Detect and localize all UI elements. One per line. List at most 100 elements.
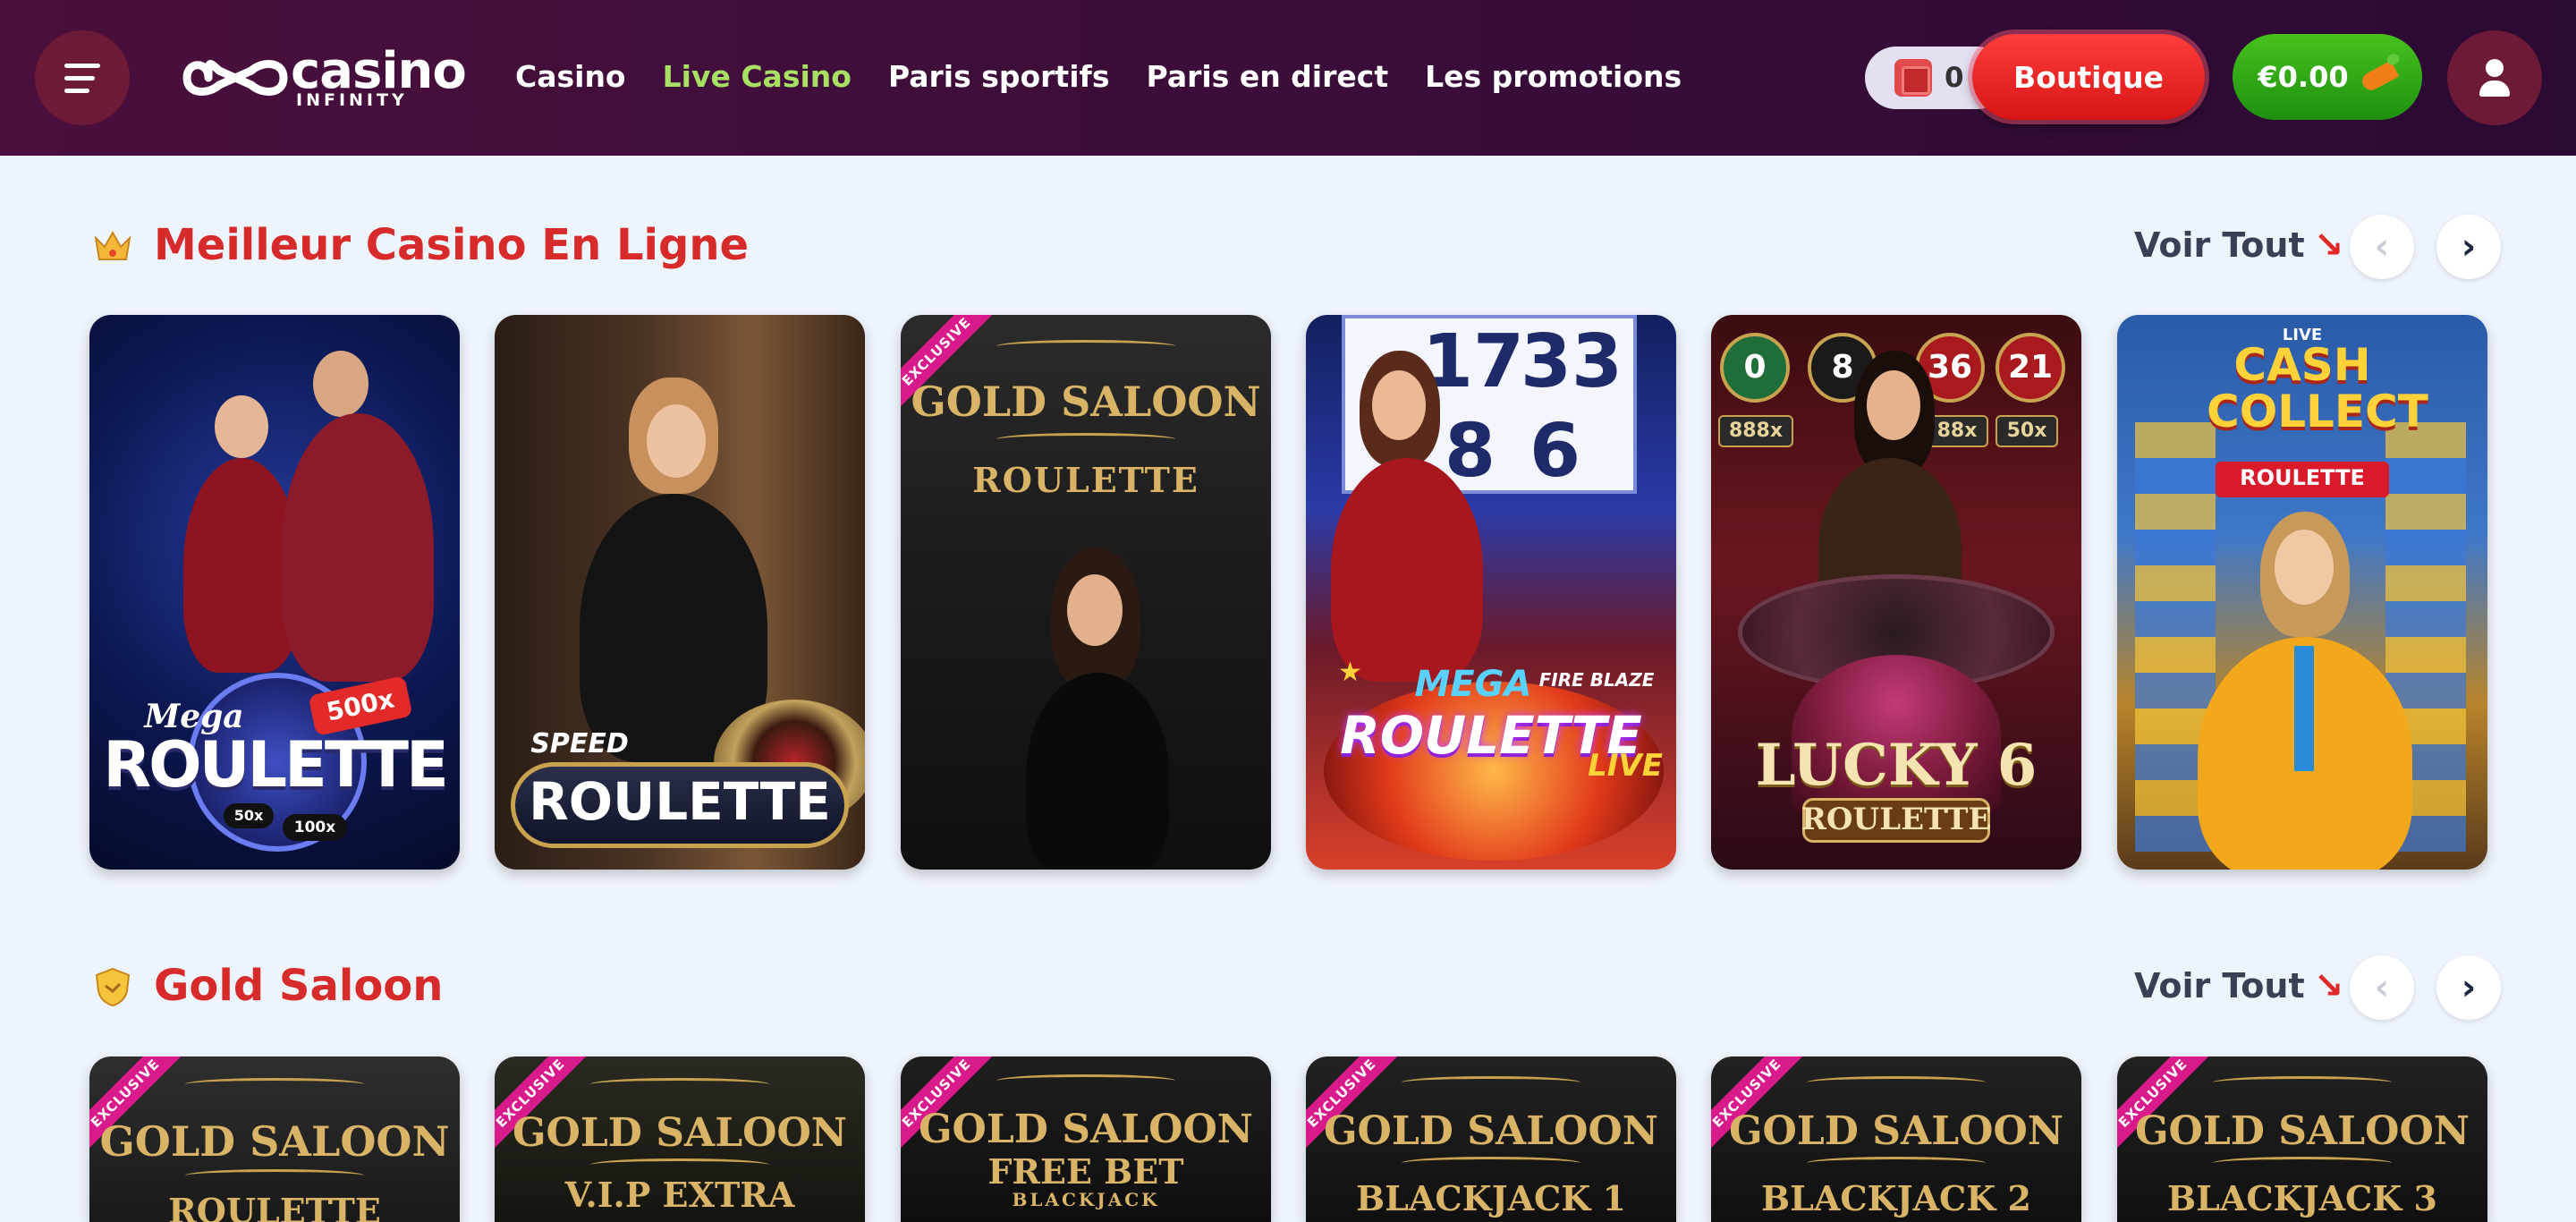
- game-logo: LUCKY 6: [1755, 732, 2038, 799]
- game-card-gold-saloon-blackjack-3[interactable]: EXCLUSIVE GOLD SALOON BLACKJACK 3: [2117, 1057, 2487, 1222]
- game-logo-small: LIVE: [1588, 748, 1663, 784]
- game-title: GOLD SALOON: [1323, 1108, 1659, 1154]
- multiplier-badge: 888x: [1718, 415, 1793, 447]
- game-title: GOLD SALOON: [2134, 1108, 2470, 1154]
- carousel-prev-button[interactable]: ‹: [2350, 215, 2414, 279]
- dealer-image: [282, 413, 434, 682]
- carousel-prev-button[interactable]: ‹: [2350, 955, 2414, 1020]
- ornament-icon: [185, 1078, 364, 1090]
- ornament-icon: [2213, 1076, 2392, 1089]
- dealer-image: [1372, 370, 1426, 440]
- nav-live-casino[interactable]: Live Casino: [663, 55, 852, 98]
- ornament-icon: [996, 1074, 1175, 1087]
- profile-button[interactable]: [2447, 30, 2542, 125]
- dealer-image: [1067, 574, 1123, 646]
- game-card-lucky-6-roulette[interactable]: 0 8 36 21 888x 88x 50x LUCKY 6 ROULETTE: [1711, 315, 2081, 870]
- game-subtitle: ROULETTE: [2240, 465, 2365, 490]
- game-card-gold-saloon-blackjack-2[interactable]: EXCLUSIVE GOLD SALOON BLACKJACK 2: [1711, 1057, 2081, 1222]
- dealer-image: [1026, 673, 1169, 870]
- game-card-mega-roulette[interactable]: 500x Mega ROULETTE 50x 100x: [89, 315, 460, 870]
- menu-line-icon: [64, 75, 95, 81]
- carousel-next-button[interactable]: ›: [2436, 215, 2501, 279]
- game-card-speed-roulette[interactable]: SPEED ROULETTE: [495, 315, 865, 870]
- menu-line-icon: [64, 63, 100, 68]
- game-subtitle: BLACKJACK: [1012, 1189, 1160, 1210]
- hamburger-menu-button[interactable]: [35, 30, 130, 125]
- dealer-image: [647, 404, 706, 478]
- game-title: GOLD SALOON: [1728, 1108, 2064, 1154]
- logo-subtext: INFINITY: [296, 90, 408, 110]
- multiplier-badge: 100x: [283, 814, 347, 841]
- ornament-icon: [590, 1078, 769, 1090]
- game-card-mega-fire-blaze-roulette[interactable]: 17 33 8 6 ★ MEGA FIRE BLAZE ROULETTE LIV…: [1306, 315, 1676, 870]
- casino-infinity-logo[interactable]: casino INFINITY: [182, 45, 467, 111]
- menu-line-icon: [64, 88, 89, 93]
- game-card-gold-saloon-roulette[interactable]: EXCLUSIVE GOLD SALOON ROULETTE: [89, 1057, 460, 1222]
- ornament-icon: [2213, 1157, 2392, 1169]
- infinity-logo-icon: [182, 60, 288, 96]
- shield-badge-icon: [95, 967, 131, 1007]
- arrow-down-right-icon: ↘: [2313, 965, 2344, 1006]
- result-number: 33: [1521, 319, 1623, 404]
- dealer-image: [2275, 530, 2334, 605]
- game-logo: ROULETTE: [103, 728, 449, 802]
- game-card-gold-saloon-vip-extra[interactable]: EXCLUSIVE GOLD SALOON V.I.P EXTRA: [495, 1057, 865, 1222]
- main-nav: Casino Live Casino Paris sportifs Paris …: [515, 55, 1682, 98]
- nav-paris-en-direct[interactable]: Paris en direct: [1147, 55, 1389, 98]
- game-logo: CASH COLLECT: [2207, 339, 2428, 437]
- multiplier-badge: 50x: [224, 803, 274, 828]
- section-title: Meilleur Casino En Ligne: [154, 220, 750, 270]
- game-logo-small: SPEED: [530, 728, 629, 760]
- dealer-image: [1867, 370, 1920, 440]
- game-title: GOLD SALOON: [512, 1110, 848, 1156]
- gift-box-icon: [1894, 59, 1932, 97]
- game-subtitle: V.I.P EXTRA: [564, 1175, 795, 1215]
- dealer-image: [1331, 458, 1483, 682]
- ornament-icon: [1402, 1157, 1580, 1169]
- game-card-cash-collect-roulette[interactable]: LIVE CASH COLLECT ROULETTE: [2117, 315, 2487, 870]
- view-all-link[interactable]: Voir Tout ↘: [2134, 223, 2343, 267]
- game-subtitle: BLACKJACK 3: [2167, 1178, 2437, 1218]
- arrow-down-right-icon: ↘: [2313, 225, 2344, 266]
- game-card-gold-saloon-free-bet-blackjack[interactable]: EXCLUSIVE GOLD SALOON FREE BET BLACKJACK: [901, 1057, 1271, 1222]
- game-title: GOLD SALOON: [911, 378, 1261, 426]
- points-count: 0: [1945, 62, 1964, 94]
- ornament-icon: [590, 1158, 769, 1171]
- game-subtitle: ROULETTE: [1801, 802, 1992, 837]
- dealer-tie-image: [2294, 646, 2314, 771]
- crown-icon: [94, 230, 131, 260]
- result-number: 6: [1530, 409, 1581, 494]
- game-logo-small: FIRE BLAZE: [1538, 669, 1655, 691]
- game-subtitle: FREE BET: [987, 1151, 1184, 1192]
- ornament-icon: [1402, 1076, 1580, 1089]
- dealer-image: [313, 351, 369, 417]
- game-subtitle: BLACKJACK 1: [1356, 1178, 1626, 1218]
- view-all-label: Voir Tout: [2134, 966, 2305, 1006]
- game-card-gold-saloon-roulette[interactable]: EXCLUSIVE GOLD SALOON ROULETTE: [901, 315, 1271, 870]
- logo-wordmark: casino: [291, 42, 467, 100]
- game-title: GOLD SALOON: [918, 1107, 1254, 1152]
- ornament-icon: [185, 1169, 364, 1182]
- game-title: GOLD SALOON: [99, 1117, 450, 1166]
- game-subtitle: ROULETTE: [168, 1191, 381, 1222]
- nav-casino[interactable]: Casino: [515, 55, 626, 98]
- carousel-next-button[interactable]: ›: [2436, 955, 2501, 1020]
- game-subtitle: ROULETTE: [972, 460, 1199, 500]
- multiplier-badge: 50x: [1996, 415, 2058, 447]
- nav-promotions[interactable]: Les promotions: [1425, 55, 1682, 98]
- balance-button[interactable]: €0.00: [2233, 34, 2422, 120]
- game-card-gold-saloon-blackjack-1[interactable]: EXCLUSIVE GOLD SALOON BLACKJACK 1: [1306, 1057, 1676, 1222]
- game-subtitle: BLACKJACK 2: [1761, 1178, 2031, 1218]
- ornament-icon: [1807, 1157, 1986, 1169]
- roulette-ball: 21: [1996, 333, 2065, 403]
- view-all-link[interactable]: Voir Tout ↘: [2134, 963, 2343, 1008]
- section-title: Gold Saloon: [154, 961, 444, 1011]
- ornament-icon: [996, 433, 1175, 446]
- roulette-ball: 0: [1720, 333, 1790, 403]
- ornament-icon: [996, 340, 1175, 352]
- boutique-button[interactable]: Boutique: [1972, 34, 2205, 120]
- nav-paris-sportifs[interactable]: Paris sportifs: [888, 55, 1110, 98]
- dealer-image: [215, 395, 268, 458]
- carrot-icon: [2359, 60, 2399, 94]
- ornament-icon: [1807, 1076, 1986, 1089]
